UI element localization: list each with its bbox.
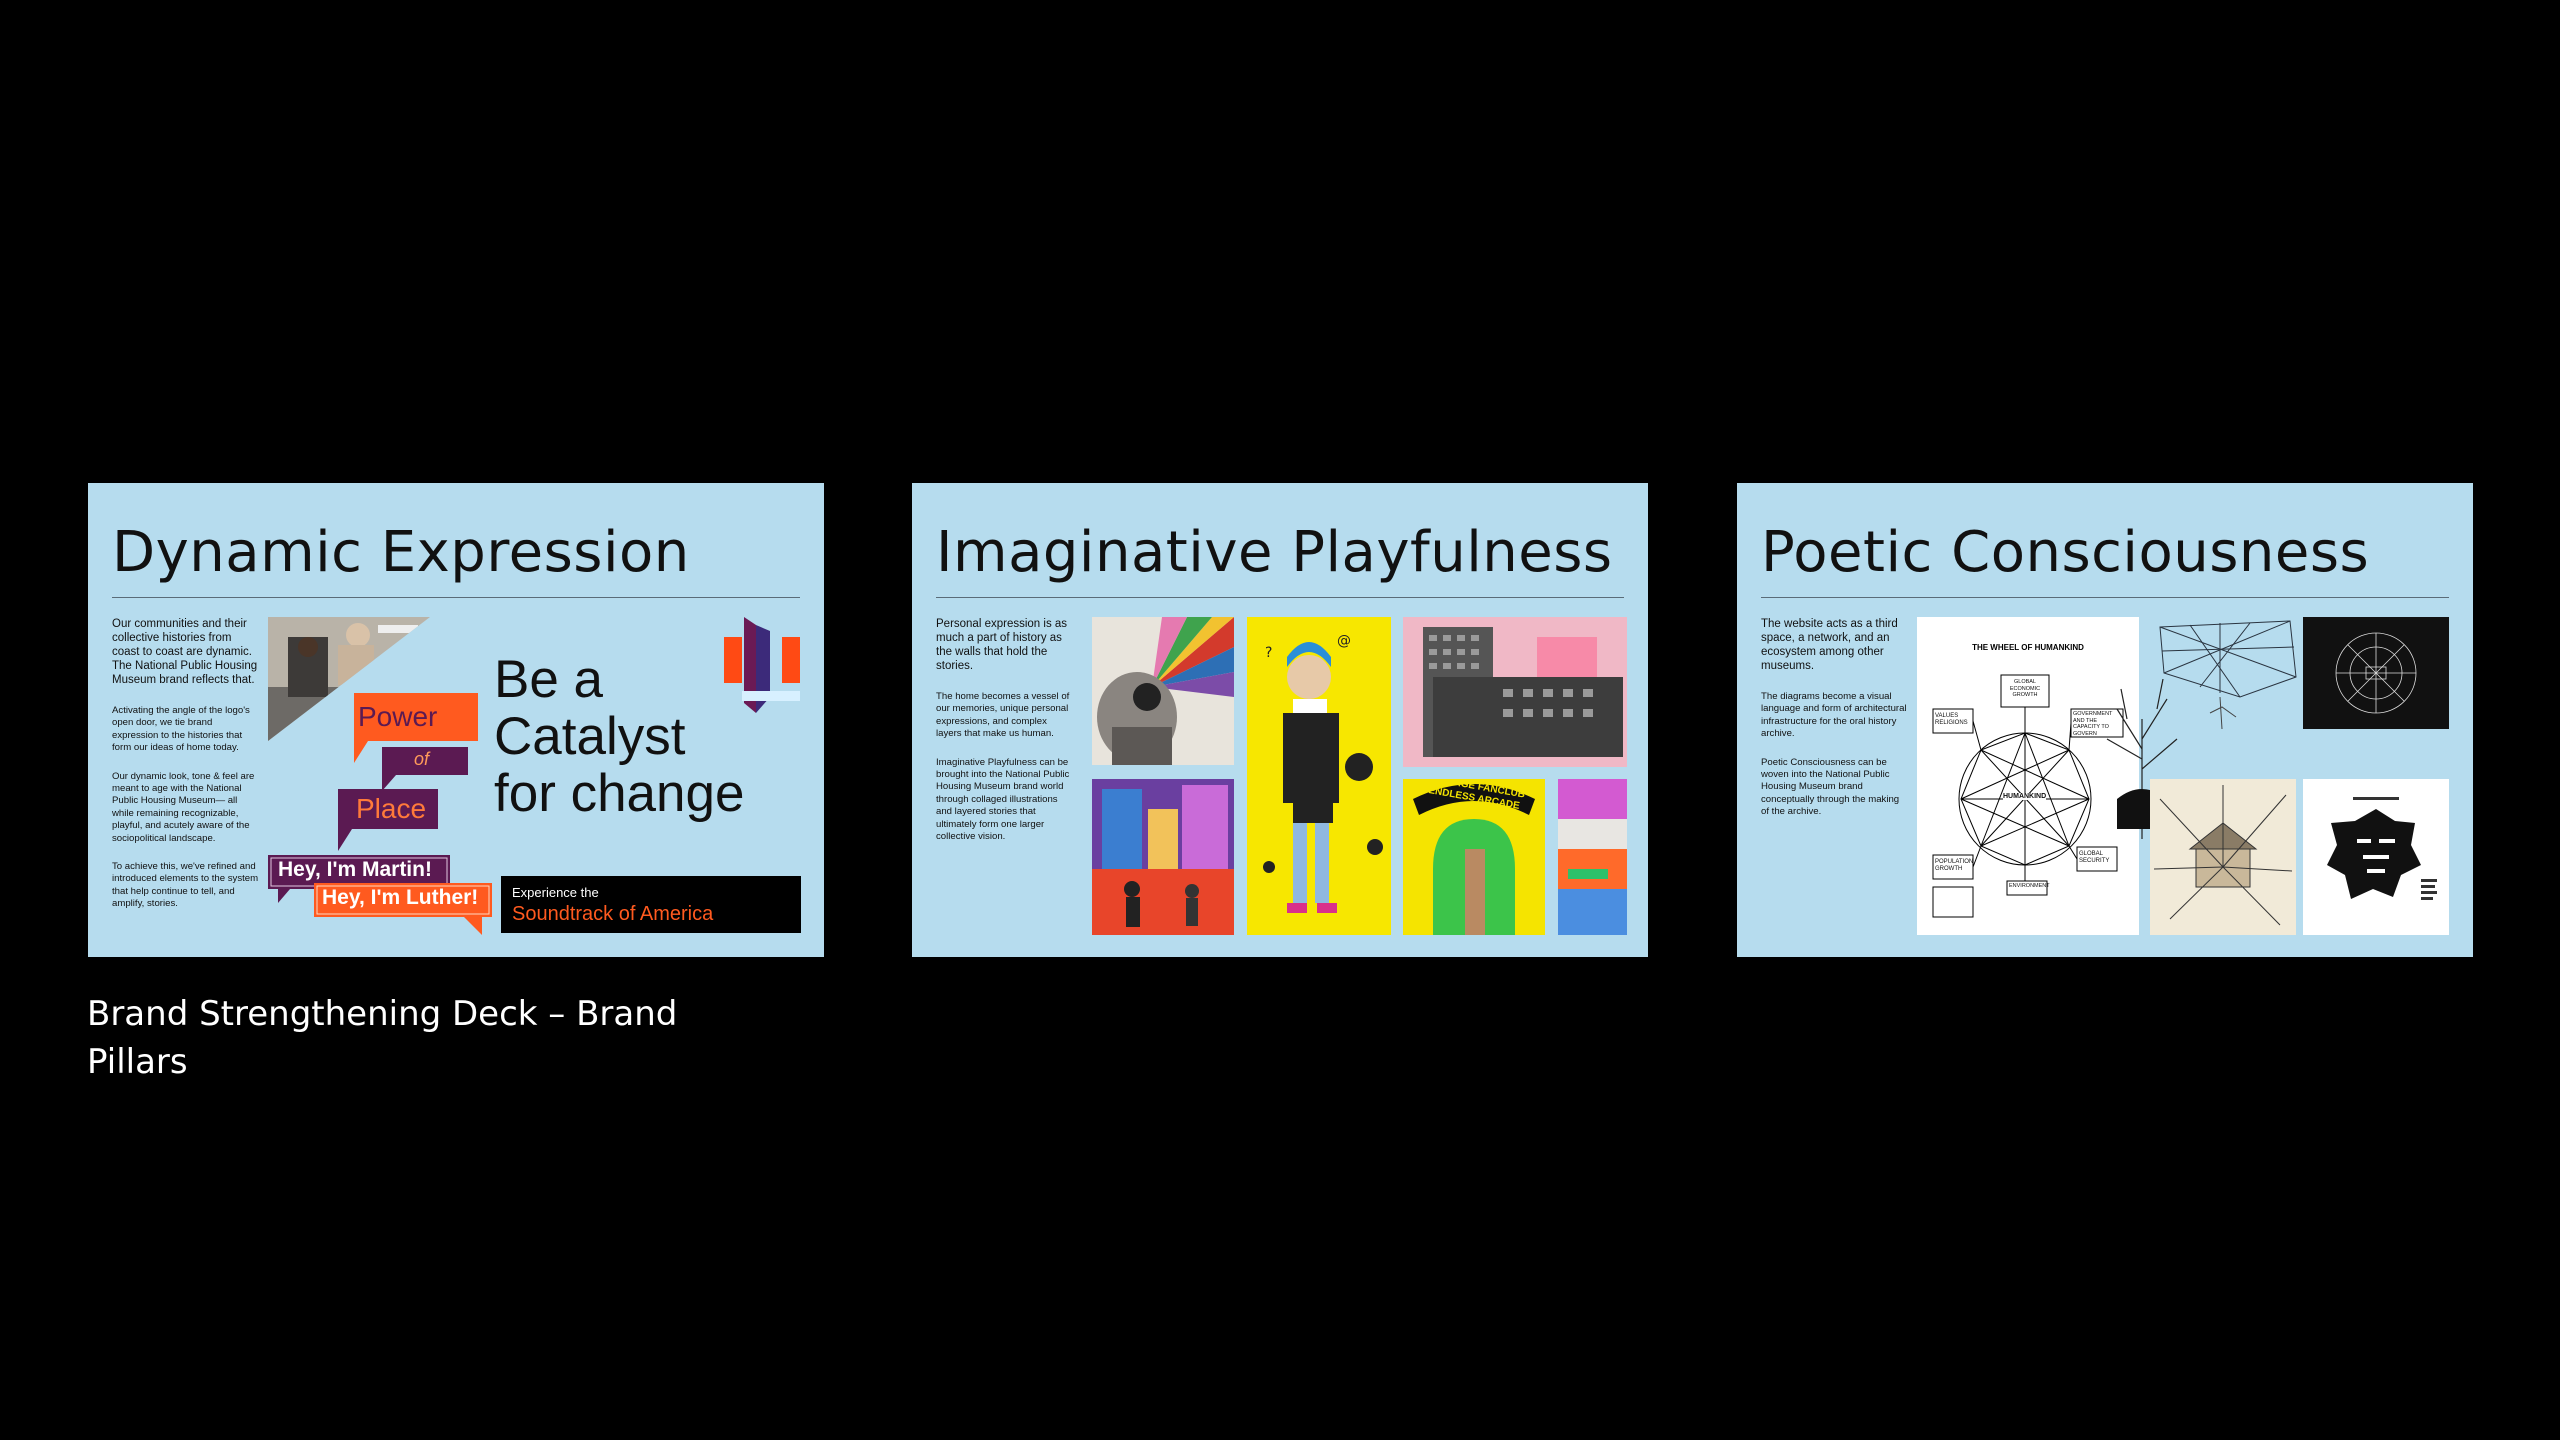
diagram-label: GLOBAL ECONOMIC GROWTH <box>2009 679 2041 698</box>
project-caption: Brand Strengthening Deck – Brand Pillars <box>87 994 678 1082</box>
diagram-label: ENVIRONMENT <box>2009 883 2050 889</box>
collage-arcade-image: TEENAGE FANCLUB ENDLESS ARCADE <box>1403 779 1545 935</box>
collage-building-image <box>1403 617 1627 767</box>
banner-title: Soundtrack of America <box>512 903 714 925</box>
slide-title: Dynamic Expression <box>112 520 690 585</box>
house-with-arrows-image <box>2150 779 2296 935</box>
slide-title: Imaginative Playfulness <box>936 520 1613 585</box>
diagram-center-label: HUMANKIND <box>2003 793 2047 800</box>
body-paragraph: Poetic Consciousness can be woven into t… <box>1761 756 1900 818</box>
soundtrack-banner: Experience the Soundtrack of America <box>501 876 801 933</box>
slide-dynamic-expression[interactable]: Dynamic Expression Our communities and t… <box>88 483 824 957</box>
diagram-label: VALUES RELIGIONS <box>1935 713 1968 726</box>
power-word: Power <box>358 701 438 732</box>
body-paragraph: Personal expression is as much a part of… <box>936 618 1068 672</box>
bubble-text: Hey, I'm Martin! <box>278 858 432 881</box>
of-word: of <box>414 749 430 769</box>
body-paragraph: Our communities and their collective his… <box>112 618 258 686</box>
dark-network-diagram-image <box>2303 617 2449 729</box>
catalyst-headline: Be a Catalyst for change <box>494 651 744 822</box>
svg-text:?: ? <box>1265 645 1272 661</box>
svg-text:@: @ <box>1337 633 1351 649</box>
slide-body-text: Our communities and their collective his… <box>112 617 260 927</box>
bubble-text: Hey, I'm Luther! <box>322 886 479 909</box>
place-word: Place <box>356 793 427 824</box>
body-paragraph: The home becomes a vessel of our memorie… <box>936 691 1070 740</box>
headline-line: Be a <box>494 650 604 709</box>
body-paragraph: Imaginative Playfulness can be brought i… <box>936 756 1070 843</box>
title-divider <box>112 597 800 598</box>
diagram-label: GLOBAL SECURITY <box>2079 851 2110 864</box>
collage-street-image <box>1092 779 1234 935</box>
collage-abstract-image <box>1558 779 1627 935</box>
diagram-label: POPULATION GROWTH <box>1935 859 1974 872</box>
body-paragraph: The diagrams become a visual language an… <box>1761 691 1907 740</box>
headline-line: for change <box>494 764 745 823</box>
title-divider <box>936 597 1624 598</box>
slide-poetic-consciousness[interactable]: Poetic Consciousness The website acts as… <box>1737 483 2473 957</box>
collage-binoculars-image <box>1092 617 1234 765</box>
title-divider <box>1761 597 2449 598</box>
slide-body-text: The website acts as a third space, a net… <box>1761 617 1907 835</box>
slide-body-text: Personal expression is as much a part of… <box>936 617 1074 859</box>
body-paragraph: Activating the angle of the logo's open … <box>112 705 250 754</box>
body-paragraph: The website acts as a third space, a net… <box>1761 618 1898 672</box>
slide-imaginative-playfulness[interactable]: Imaginative Playfulness Personal express… <box>912 483 1648 957</box>
slide-title: Poetic Consciousness <box>1761 520 2370 585</box>
headline-line: Catalyst <box>494 707 686 766</box>
black-star-diagram-image <box>2303 779 2449 935</box>
collage-shakespeare-image: ? @ <box>1247 617 1391 935</box>
body-paragraph: To achieve this, we've refined and intro… <box>112 861 259 910</box>
banner-subtitle: Experience the <box>512 885 599 900</box>
body-paragraph: Our dynamic look, tone & feel are meant … <box>112 770 255 844</box>
power-of-place-graphic: Power of Place <box>338 693 488 853</box>
